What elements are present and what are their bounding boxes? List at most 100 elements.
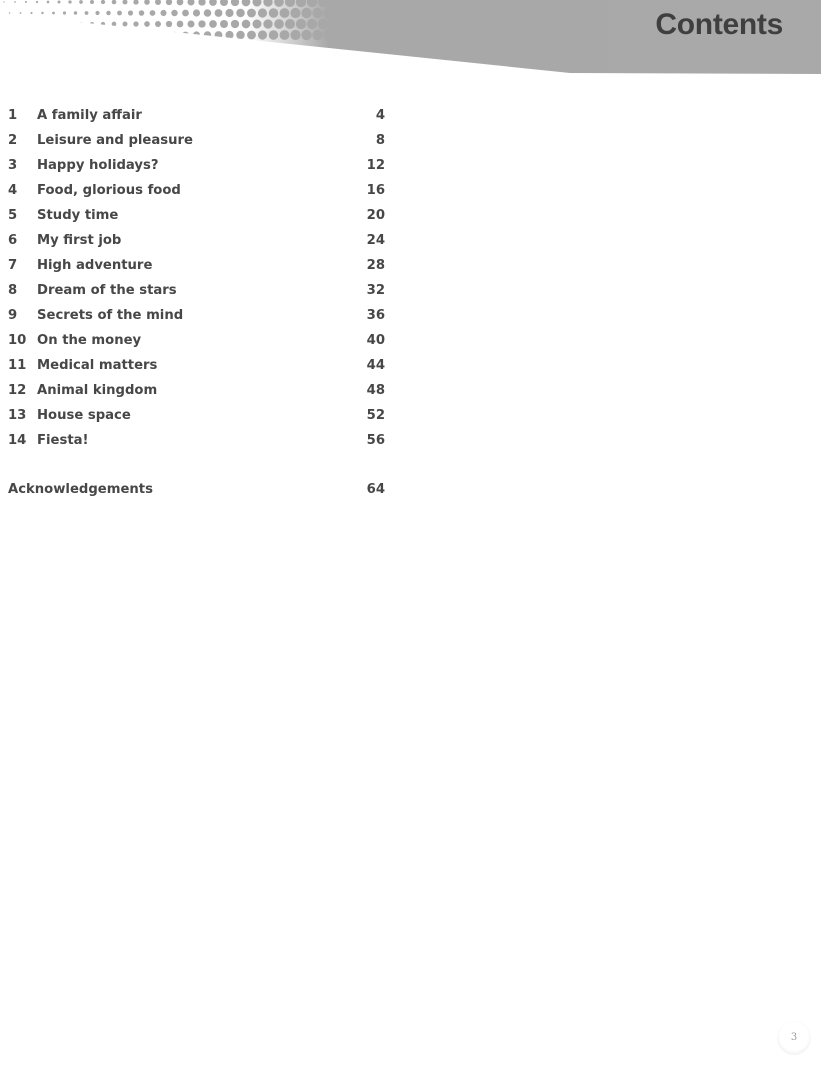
halftone-dot xyxy=(144,21,150,27)
halftone-dot xyxy=(301,29,312,41)
halftone-dot xyxy=(171,31,178,39)
halftone-dot xyxy=(35,0,39,4)
halftone-dot xyxy=(41,33,44,37)
halftone-dot xyxy=(95,32,100,38)
halftone-dot xyxy=(3,1,5,3)
toc-entry-title: Fiesta! xyxy=(37,433,89,448)
halftone-dot xyxy=(247,30,256,40)
halftone-dot xyxy=(225,30,234,40)
toc-entry-title: House space xyxy=(37,408,131,423)
halftone-dot xyxy=(62,11,67,15)
halftone-dot xyxy=(95,10,100,16)
halftone-dot xyxy=(295,18,307,30)
halftone-dot xyxy=(285,19,295,29)
halftone-dot xyxy=(279,30,290,40)
halftone-dot xyxy=(68,22,72,26)
halftone-dot xyxy=(257,30,268,40)
halftone-dot xyxy=(290,29,301,41)
toc-entry-title: High adventure xyxy=(37,258,153,273)
toc-entry[interactable]: 2 Leisure and pleasure 8 xyxy=(0,128,400,153)
halftone-dot xyxy=(317,18,329,30)
toc-entry-number: 6 xyxy=(8,233,18,248)
toc-entry-title: A family affair xyxy=(37,108,142,123)
halftone-dot xyxy=(57,0,61,4)
toc-entry[interactable]: 4 Food, glorious food 16 xyxy=(0,178,400,203)
halftone-dot xyxy=(117,10,122,16)
toc-entry[interactable]: 7 High adventure 28 xyxy=(0,253,400,278)
toc-entry-page: 12 xyxy=(366,158,385,173)
toc-entry-title: Animal kingdom xyxy=(37,383,158,398)
toc-entry[interactable]: 9 Secrets of the mind 36 xyxy=(0,303,400,328)
page-number: 3 xyxy=(777,1021,811,1055)
toc-entry[interactable]: 3 Happy holidays? 12 xyxy=(0,153,400,178)
halftone-dot xyxy=(100,21,106,27)
halftone-dot xyxy=(73,11,78,15)
toc-entry-page: 56 xyxy=(366,433,385,448)
toc-entry-number: 2 xyxy=(8,133,18,148)
halftone-dot xyxy=(111,21,117,27)
halftone-dot xyxy=(160,31,167,39)
toc-entry-page: 20 xyxy=(366,208,385,223)
toc-entry-number: 3 xyxy=(8,158,18,173)
toc-entry-title: Dream of the stars xyxy=(37,283,177,298)
halftone-dot xyxy=(84,33,89,37)
halftone-dot xyxy=(106,32,111,38)
halftone-dot xyxy=(312,7,323,19)
halftone-dot xyxy=(290,7,301,19)
halftone-dot xyxy=(312,29,323,41)
toc-entry[interactable]: 5 Study time 20 xyxy=(0,203,400,228)
halftone-dot xyxy=(274,19,284,29)
toc-entry-page: 28 xyxy=(366,258,385,273)
toc-entry-page: 40 xyxy=(366,333,385,348)
halftone-dot xyxy=(127,10,134,16)
halftone-dot xyxy=(84,11,89,15)
halftone-dot xyxy=(30,33,33,37)
toc-entry-page: 36 xyxy=(366,308,385,323)
halftone-dot xyxy=(182,31,189,39)
halftone-dot xyxy=(68,0,72,4)
halftone-dot xyxy=(127,32,134,38)
toc-entry-page: 16 xyxy=(366,183,385,198)
toc-entry[interactable]: 12 Animal kingdom 48 xyxy=(0,378,400,403)
halftone-dot xyxy=(149,32,156,38)
toc-entry-title: On the money xyxy=(37,333,142,348)
toc-entry-title: Leisure and pleasure xyxy=(37,133,193,148)
toc-entry[interactable]: 1 A family affair 4 xyxy=(0,103,400,128)
halftone-dot xyxy=(268,8,279,18)
halftone-dot xyxy=(14,1,16,3)
halftone-dot xyxy=(100,0,106,5)
halftone-dot xyxy=(192,31,201,39)
halftone-dot xyxy=(160,9,167,17)
toc-entry-title: My first job xyxy=(37,233,122,248)
toc-entry[interactable]: 6 My first job 24 xyxy=(0,228,400,253)
toc-acknowledgements[interactable]: Acknowledgements 64 xyxy=(0,477,400,502)
toc-entry[interactable]: 14 Fiesta! 56 xyxy=(0,428,400,453)
halftone-dot xyxy=(171,9,178,17)
halftone-dot xyxy=(25,1,27,3)
halftone-dot xyxy=(225,8,234,18)
toc-entry[interactable]: 8 Dream of the stars 32 xyxy=(0,278,400,303)
toc-entry-page: 52 xyxy=(366,408,385,423)
halftone-dot xyxy=(133,21,139,27)
toc-entry-number: 5 xyxy=(8,208,18,223)
halftone-dot xyxy=(257,8,268,18)
halftone-dot xyxy=(306,18,318,30)
halftone-dot xyxy=(14,23,16,25)
halftone-dot xyxy=(138,32,145,38)
toc-entry[interactable]: 10 On the money 40 xyxy=(0,328,400,353)
toc-entry-page: 64 xyxy=(366,482,385,497)
halftone-dot xyxy=(268,30,279,40)
toc-entry[interactable]: 11 Medical matters 44 xyxy=(0,353,400,378)
halftone-dot xyxy=(90,22,94,26)
halftone-dot xyxy=(165,20,173,28)
halftone-dot xyxy=(149,10,156,16)
halftone-dot xyxy=(323,29,334,41)
toc-entry-number: 4 xyxy=(8,183,18,198)
toc-entry[interactable]: 13 House space 52 xyxy=(0,403,400,428)
halftone-dot xyxy=(46,22,50,26)
halftone-dot xyxy=(176,20,184,28)
halftone-dot xyxy=(230,19,240,29)
halftone-dot xyxy=(73,33,78,37)
halftone-dot xyxy=(247,8,256,18)
halftone-dot xyxy=(203,9,212,17)
